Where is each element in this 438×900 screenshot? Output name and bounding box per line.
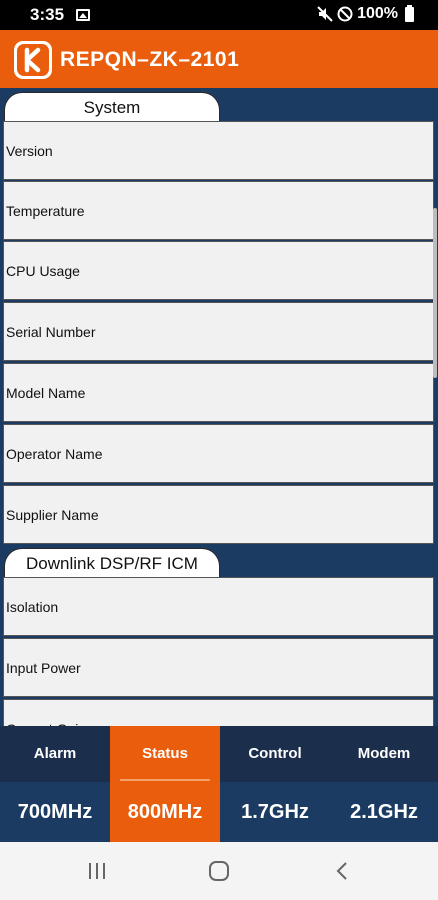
- row-label: Temperature: [6, 203, 85, 219]
- row-label: Supplier Name: [6, 507, 99, 523]
- do-not-disturb-icon: [337, 6, 353, 22]
- battery-percent: 100%: [357, 5, 398, 22]
- tab-800mhz[interactable]: 800MHz: [110, 782, 220, 842]
- active-tab-divider: [120, 779, 210, 781]
- tab-800mhz-label: 800MHz: [127, 801, 203, 823]
- logo-k-icon: [17, 44, 49, 76]
- scrollbar[interactable]: [433, 208, 437, 378]
- row-operator-name: Operator Name: [3, 424, 434, 483]
- row-label: CPU Usage: [6, 263, 80, 279]
- function-tabs: Alarm Status Control Modem: [0, 726, 438, 782]
- tab-2-1ghz[interactable]: 2.1GHz: [329, 782, 438, 842]
- app-bar: REPQN–ZK–2101: [0, 30, 438, 88]
- mute-icon: [317, 6, 333, 22]
- row-label: Model Name: [6, 385, 86, 401]
- tab-1-7ghz[interactable]: 1.7GHz: [220, 782, 330, 842]
- row-model-name: Model Name: [3, 363, 434, 422]
- app-logo: [14, 41, 52, 79]
- app-title: REPQN–ZK–2101: [60, 48, 240, 71]
- status-bar: 3:35 100%: [0, 0, 438, 30]
- section-tab-system: System: [4, 92, 220, 122]
- row-supplier-name: Supplier Name: [3, 485, 434, 544]
- tab-status[interactable]: Status: [110, 726, 220, 782]
- section-tab-downlink: Downlink DSP/RF ICM: [4, 548, 220, 578]
- tab-alarm[interactable]: Alarm: [0, 726, 110, 782]
- tab-modem[interactable]: Modem: [329, 726, 438, 782]
- navigation-bar: [0, 842, 438, 900]
- row-isolation: Isolation: [3, 577, 434, 636]
- row-label: Current Gain: [6, 700, 86, 726]
- row-version: Version: [3, 121, 434, 180]
- row-label: Version: [6, 143, 53, 159]
- home-icon[interactable]: [208, 860, 230, 882]
- band-tabs: 700MHz 800MHz 1.7GHz 2.1GHz: [0, 782, 438, 842]
- row-label: Serial Number: [6, 324, 96, 340]
- recent-apps-icon[interactable]: [86, 860, 108, 882]
- row-serial-number: Serial Number: [3, 302, 434, 361]
- status-content[interactable]: System Version Temperature CPU Usage Ser…: [0, 88, 438, 726]
- row-cpu-usage: CPU Usage: [3, 241, 434, 300]
- gallery-icon: [76, 9, 90, 21]
- back-icon[interactable]: [332, 860, 354, 882]
- status-icons: 100%: [317, 4, 414, 23]
- row-input-power: Input Power: [3, 638, 434, 697]
- row-label: Isolation: [6, 599, 59, 615]
- row-temperature: Temperature: [3, 181, 434, 240]
- row-label: Input Power: [6, 660, 81, 676]
- status-time: 3:35: [30, 5, 65, 24]
- tab-status-label: Status: [142, 745, 188, 762]
- row-label: Operator Name: [6, 446, 103, 462]
- tab-700mhz[interactable]: 700MHz: [0, 782, 110, 842]
- tab-control[interactable]: Control: [220, 726, 330, 782]
- row-current-gain: Current Gain: [3, 699, 434, 726]
- battery-icon: [405, 4, 414, 22]
